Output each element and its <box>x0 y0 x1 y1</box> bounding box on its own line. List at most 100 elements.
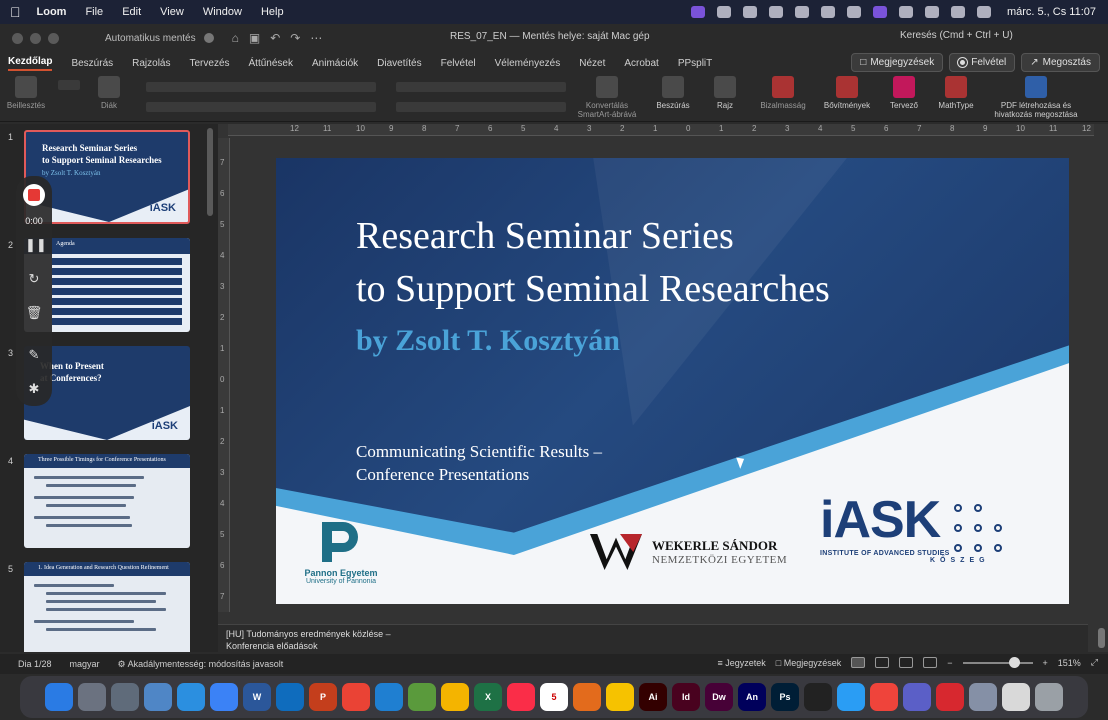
accessibility-status[interactable]: ⚙ Akadálymentesség: módosítás javasolt <box>118 659 284 670</box>
autosave-toggle[interactable] <box>203 33 214 43</box>
menu-window[interactable]: Window <box>203 6 242 18</box>
restart-icon[interactable]: ↻ <box>25 270 43 288</box>
dock-app-davinci[interactable] <box>804 683 832 711</box>
confetti-icon[interactable]: ✱ <box>25 380 43 398</box>
convert-smartart-button[interactable]: Konvertálás SmartArt-ábrává <box>574 76 640 119</box>
slideshow-button[interactable] <box>923 657 938 668</box>
dock-app-calendar[interactable]: 5 <box>540 683 568 711</box>
dock-app-anydesk[interactable] <box>870 683 898 711</box>
close-window-button[interactable] <box>12 32 23 44</box>
trash-icon[interactable]: 🗑 <box>25 304 43 322</box>
comments-button[interactable]: □ Megjegyzések <box>851 53 944 72</box>
normal-view-button[interactable] <box>851 657 866 668</box>
zoom-window-button[interactable] <box>48 32 59 44</box>
redo-icon[interactable]: ↷ <box>290 31 300 45</box>
dock-app-launchpad[interactable] <box>78 683 106 711</box>
dock-app-music[interactable] <box>507 683 535 711</box>
record-button[interactable]: Felvétel <box>949 53 1016 72</box>
minimize-window-button[interactable] <box>30 32 41 44</box>
tab-animations[interactable]: Animációk <box>312 58 358 69</box>
spotlight-search-icon[interactable] <box>950 6 965 18</box>
dock-app-loom[interactable] <box>969 683 997 711</box>
notes-toggle[interactable]: ≡ Jegyzetek <box>717 658 765 668</box>
dock-app-drive[interactable] <box>606 683 634 711</box>
paragraph-controls[interactable] <box>396 82 566 92</box>
dock-app-safari[interactable] <box>177 683 205 711</box>
pencil-icon[interactable]: ✎ <box>25 346 43 364</box>
home-icon[interactable]: ⌂ <box>232 31 239 45</box>
dock-app-teams[interactable] <box>903 683 931 711</box>
battery-icon[interactable] <box>846 6 861 18</box>
screen-record-icon[interactable] <box>690 6 705 18</box>
dock-app-system-settings[interactable] <box>111 683 139 711</box>
font-format-buttons[interactable] <box>146 102 376 112</box>
dock-app-finder[interactable] <box>45 683 73 711</box>
dock-app-settings[interactable] <box>837 683 865 711</box>
dock-app-animate[interactable]: An <box>738 683 766 711</box>
apple-menu-icon[interactable]:  <box>10 4 21 20</box>
addins-button[interactable]: Bővítmények <box>820 76 874 110</box>
zoom-in-button[interactable]: + <box>1043 658 1048 668</box>
alignment-controls[interactable] <box>396 102 566 112</box>
speaker-notes[interactable]: [HU] Tudományos eredmények közlése – Kon… <box>218 624 1088 652</box>
slide-sorter-button[interactable] <box>875 657 890 668</box>
tab-view[interactable]: Nézet <box>579 58 605 69</box>
paste-button[interactable]: Beillesztés <box>6 76 46 110</box>
dock-app-preview[interactable] <box>144 683 172 711</box>
tab-design[interactable]: Tervezés <box>190 58 230 69</box>
more-icon[interactable]: ⋯ <box>310 31 322 45</box>
designer-button[interactable]: Tervező <box>884 76 924 110</box>
sensitivity-button[interactable]: Bizalmasság <box>756 76 810 110</box>
slide-thumbnail-4[interactable]: Three Possible Timings for Conference Pr… <box>24 454 190 548</box>
dock-app-mail[interactable] <box>210 683 238 711</box>
location-icon[interactable] <box>742 6 757 18</box>
tab-insert[interactable]: Beszúrás <box>71 58 113 69</box>
tab-transitions[interactable]: Áttűnések <box>249 58 293 69</box>
slide-author[interactable]: by Zsolt T. Kosztyán <box>356 324 620 358</box>
menu-app-name[interactable]: Loom <box>37 6 67 18</box>
dock-app-chrome[interactable] <box>441 683 469 711</box>
tab-home[interactable]: Kezdőlap <box>8 56 53 71</box>
dock-app-mathematica[interactable] <box>408 683 436 711</box>
dock-app-excel[interactable]: X <box>474 683 502 711</box>
bluetooth-icon[interactable] <box>794 6 809 18</box>
dock-app-blank[interactable] <box>1002 683 1030 711</box>
drawing-button[interactable]: Rajz <box>706 76 744 110</box>
dock-app-acrobat[interactable] <box>936 683 964 711</box>
font-controls[interactable] <box>146 82 376 92</box>
dock-app-app[interactable] <box>342 683 370 711</box>
tab-acrobat[interactable]: Acrobat <box>624 58 658 69</box>
control-center-icon[interactable] <box>976 6 991 18</box>
dock-app-illustrator[interactable]: Ai <box>639 683 667 711</box>
menubar-clock[interactable]: márc. 5., Cs 11:07 <box>1007 6 1096 18</box>
current-slide[interactable]: Research Seminar Series to Support Semin… <box>276 158 1069 604</box>
mathtype-button[interactable]: MathType <box>934 76 978 110</box>
dock-app-powerpoint[interactable]: P <box>309 683 337 711</box>
menu-view[interactable]: View <box>160 6 184 18</box>
menu-edit[interactable]: Edit <box>122 6 141 18</box>
tab-slideshow[interactable]: Diavetítés <box>377 58 421 69</box>
slide-thumbnail-5[interactable]: 1. Idea Generation and Research Question… <box>24 562 190 652</box>
zoom-slider[interactable] <box>962 656 1033 668</box>
dock-app-matlab[interactable] <box>573 683 601 711</box>
dock-app-trash[interactable] <box>1035 683 1063 711</box>
dock-app-outlook[interactable] <box>276 683 304 711</box>
reading-view-button[interactable] <box>899 657 914 668</box>
tab-draw[interactable]: Rajzolás <box>132 58 170 69</box>
zoom-out-button[interactable]: − <box>947 658 952 668</box>
fit-to-window-icon[interactable]: ⤢ <box>1091 657 1098 668</box>
create-pdf-button[interactable]: PDF létrehozása és hivatkozás megosztása <box>988 76 1084 119</box>
screen-mirror-icon[interactable] <box>872 6 887 18</box>
insert-shape-button[interactable]: Beszúrás <box>652 76 694 110</box>
comments-toggle[interactable]: □ Megjegyzések <box>776 658 841 668</box>
tab-review[interactable]: Véleményezés <box>495 58 561 69</box>
menu-file[interactable]: File <box>85 6 103 18</box>
slide-subtitle[interactable]: Communicating Scientific Results – Confe… <box>356 440 602 486</box>
thumbnail-scrollbar[interactable] <box>207 128 213 216</box>
share-button[interactable]: ↗ Megosztás <box>1021 53 1100 72</box>
tab-ppsplit[interactable]: PPspliT <box>678 58 712 69</box>
undo-icon[interactable]: ↶ <box>270 31 280 45</box>
zoom-slider-thumb[interactable] <box>1008 656 1020 668</box>
vpn-icon[interactable] <box>716 6 731 18</box>
slide-title[interactable]: Research Seminar Series to Support Semin… <box>356 210 830 316</box>
